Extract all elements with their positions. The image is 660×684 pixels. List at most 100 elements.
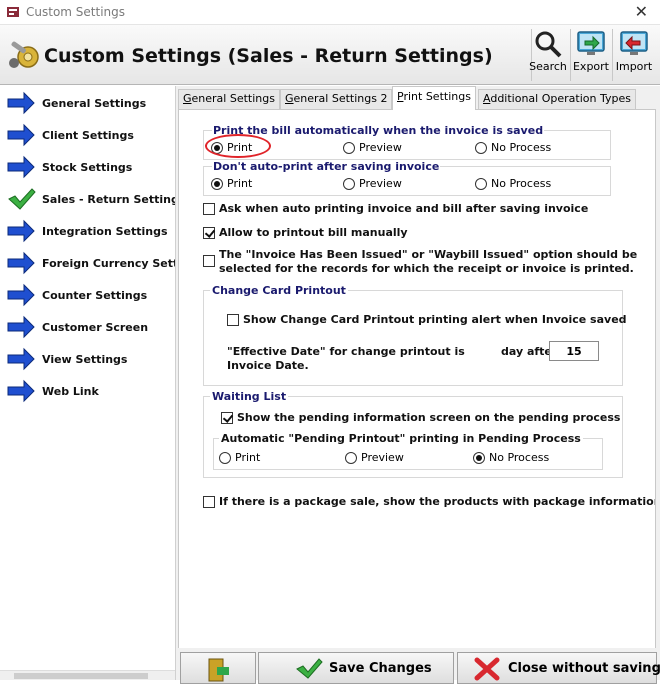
settings-wrench-icon bbox=[9, 41, 39, 68]
sidebar-item-label: Client Settings bbox=[42, 129, 134, 142]
auto-pending-no-process-radio[interactable] bbox=[473, 452, 485, 464]
exit-door-icon bbox=[208, 658, 229, 682]
sidebar-item-sales-return-settings[interactable]: Sales - Return Settings bbox=[0, 184, 175, 214]
sidebar-item-counter-settings[interactable]: Counter Settings bbox=[0, 280, 175, 310]
invoice-issued-label-line1: The "Invoice Has Been Issued" or "Waybil… bbox=[219, 248, 638, 261]
auto-pending-preview-label: Preview bbox=[361, 451, 404, 464]
invoice-issued-checkbox[interactable] bbox=[203, 255, 215, 267]
tab-mnemonic: G bbox=[285, 92, 294, 105]
sidebar-item-stock-settings[interactable]: Stock Settings bbox=[0, 152, 175, 182]
sidebar-item-label: Integration Settings bbox=[42, 225, 168, 238]
search-button[interactable]: Search bbox=[528, 29, 568, 81]
sidebar-item-label: Web Link bbox=[42, 385, 99, 398]
export-label: Export bbox=[572, 60, 609, 73]
sidebar-item-label: View Settings bbox=[42, 353, 128, 366]
arrow-right-icon bbox=[7, 283, 35, 307]
bottom-bar: Save Changes Close without saving bbox=[176, 648, 660, 684]
search-icon bbox=[535, 31, 562, 58]
dont-autoprint-no-process-radio[interactable] bbox=[475, 178, 487, 190]
close-without-saving-label: Close without saving bbox=[508, 661, 660, 676]
sidebar-item-integration-settings[interactable]: Integration Settings bbox=[0, 216, 175, 246]
print-bill-no-process-radio[interactable] bbox=[475, 142, 487, 154]
arrow-right-icon bbox=[7, 379, 35, 403]
checkmark-icon bbox=[296, 658, 323, 679]
tab-mnemonic: G bbox=[183, 92, 192, 105]
checkmark-icon bbox=[8, 188, 36, 210]
title-bar: Custom Settings ✕ bbox=[0, 0, 660, 25]
change-card-title: Change Card Printout bbox=[210, 284, 348, 297]
arrow-right-icon bbox=[7, 251, 35, 275]
allow-manual-label: Allow to printout bill manually bbox=[219, 226, 408, 239]
export-button[interactable]: Export bbox=[571, 29, 611, 81]
sidebar-item-foreign-currency-settings[interactable]: Foreign Currency Settings bbox=[0, 248, 176, 278]
tab-label: dditional Operation Types bbox=[490, 92, 631, 105]
sidebar-item-web-link[interactable]: Web Link bbox=[0, 376, 175, 406]
print-settings-panel: Print the bill automatically when the in… bbox=[178, 109, 656, 649]
arrow-right-icon bbox=[7, 315, 35, 339]
import-icon bbox=[620, 31, 648, 55]
sidebar-item-label: Counter Settings bbox=[42, 289, 148, 302]
export-icon bbox=[577, 31, 605, 55]
tab-print-settings[interactable]: Print Settings bbox=[392, 86, 476, 110]
day-after-input[interactable]: 15 bbox=[549, 341, 599, 361]
allow-manual-checkbox[interactable] bbox=[203, 227, 215, 239]
print-bill-title: Print the bill automatically when the in… bbox=[212, 124, 545, 137]
waiting-list-title: Waiting List bbox=[210, 390, 289, 403]
package-sale-label: If there is a package sale, show the pro… bbox=[219, 495, 655, 508]
effective-date-line1: "Effective Date" for change printout is bbox=[227, 345, 465, 358]
sidebar-item-label: Customer Screen bbox=[42, 321, 149, 334]
auto-pending-no-process-label: No Process bbox=[489, 451, 550, 464]
header: Custom Settings (Sales - Return Settings… bbox=[0, 25, 660, 85]
auto-pending-print-radio[interactable] bbox=[219, 452, 231, 464]
tab-label: rint Settings bbox=[403, 90, 471, 103]
close-without-saving-button[interactable]: Close without saving bbox=[457, 652, 660, 684]
sidebar-item-client-settings[interactable]: Client Settings bbox=[0, 120, 175, 150]
dont-autoprint-print-radio[interactable] bbox=[211, 178, 223, 190]
package-sale-checkbox[interactable] bbox=[203, 496, 215, 508]
auto-pending-preview-radio[interactable] bbox=[345, 452, 357, 464]
print-bill-preview-radio[interactable] bbox=[343, 142, 355, 154]
main-content: General Settings General Settings 2 Prin… bbox=[176, 86, 660, 684]
dont-autoprint-no-process-label: No Process bbox=[491, 177, 552, 190]
tab-bar: General Settings General Settings 2 Prin… bbox=[176, 86, 660, 110]
scrollbar-thumb[interactable] bbox=[14, 673, 148, 679]
close-icon[interactable]: ✕ bbox=[635, 2, 648, 21]
sidebar: General Settings Client Settings Stock S… bbox=[0, 86, 176, 680]
package-sale-clip: If there is a package sale, show the pro… bbox=[219, 494, 655, 510]
red-x-icon bbox=[474, 657, 500, 681]
import-button[interactable]: Import bbox=[614, 29, 654, 81]
toolbar-separator bbox=[612, 29, 613, 81]
sidebar-item-view-settings[interactable]: View Settings bbox=[0, 344, 175, 374]
ask-auto-print-checkbox[interactable] bbox=[203, 203, 215, 215]
invoice-issued-label-line2: selected for the records for which the r… bbox=[219, 262, 634, 275]
page-title: Custom Settings (Sales - Return Settings… bbox=[44, 45, 493, 67]
dont-autoprint-title: Don't auto-print after saving invoice bbox=[212, 160, 441, 173]
sidebar-item-general-settings[interactable]: General Settings bbox=[0, 88, 175, 118]
exit-button[interactable] bbox=[180, 652, 256, 684]
app-icon bbox=[7, 7, 19, 17]
day-after-label: day after bbox=[501, 345, 549, 358]
dont-autoprint-preview-radio[interactable] bbox=[343, 178, 355, 190]
auto-pending-title: Automatic "Pending Printout" printing in… bbox=[219, 432, 583, 445]
change-card-alert-label: Show Change Card Printout printing alert… bbox=[243, 313, 627, 326]
tab-additional-operation-types[interactable]: Additional Operation Types bbox=[478, 89, 636, 109]
import-label: Import bbox=[615, 60, 653, 73]
tab-general-settings-2[interactable]: General Settings 2 bbox=[280, 89, 393, 109]
sidebar-horizontal-scrollbar[interactable] bbox=[0, 670, 175, 680]
change-card-alert-checkbox[interactable] bbox=[227, 314, 239, 326]
sidebar-item-customer-screen[interactable]: Customer Screen bbox=[0, 312, 175, 342]
sidebar-item-label: Stock Settings bbox=[42, 161, 133, 174]
arrow-right-icon bbox=[7, 91, 35, 115]
arrow-right-icon bbox=[7, 347, 35, 371]
ask-auto-print-label: Ask when auto printing invoice and bill … bbox=[219, 202, 589, 215]
save-changes-button[interactable]: Save Changes bbox=[258, 652, 454, 684]
show-pending-checkbox[interactable] bbox=[221, 412, 233, 424]
sidebar-item-label: Foreign Currency Settings bbox=[42, 257, 176, 270]
arrow-right-icon bbox=[7, 219, 35, 243]
highlight-annotation bbox=[205, 134, 271, 158]
tab-label: eneral Settings 2 bbox=[293, 92, 388, 105]
dont-autoprint-print-label: Print bbox=[227, 177, 253, 190]
effective-date-line2: Invoice Date. bbox=[227, 359, 309, 372]
tab-general-settings[interactable]: General Settings bbox=[178, 89, 280, 109]
sidebar-item-label: General Settings bbox=[42, 97, 147, 110]
